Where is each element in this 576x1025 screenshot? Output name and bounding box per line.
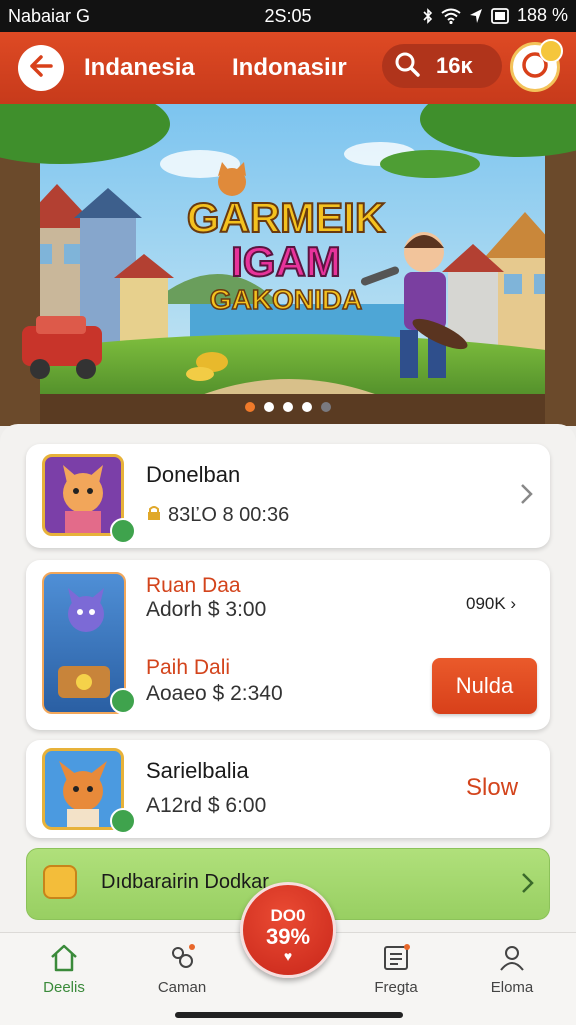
carousel-dot[interactable]: [264, 402, 274, 412]
location-icon: [469, 8, 483, 24]
tab-label: Deelis: [43, 979, 85, 996]
chevron-right-icon[interactable]: [520, 482, 534, 511]
carousel-dot[interactable]: [283, 402, 293, 412]
promo-label: Dıdbarairin Dodkar: [101, 871, 269, 893]
hero-banner[interactable]: GARMEIK IGAM GAKONIDA: [0, 104, 576, 426]
banner-title-line-1: GARMEIK: [186, 194, 386, 241]
battery-icon: [491, 7, 509, 25]
game-title: Sarielbalia: [146, 758, 249, 783]
app-header: Indanesia Indonasiır 16ĸ: [0, 32, 576, 104]
game-stats: 83ĽO 8 00:36: [146, 504, 289, 527]
game-subtitle: Aoaeo $ 2:340: [146, 682, 283, 705]
person-icon: [462, 943, 562, 973]
tab-label: Caman: [157, 979, 207, 996]
banner-title: GARMEIK IGAM GAKONIDA: [186, 194, 386, 316]
game-card[interactable]: Donelban 83ĽO 8 00:36: [26, 444, 550, 548]
header-title-secondary[interactable]: Indonasiır: [232, 54, 347, 82]
fab-line-1: DO0: [270, 906, 306, 925]
tab-deelis[interactable]: Deelis: [14, 943, 114, 996]
lock-icon: [146, 505, 162, 526]
profile-button[interactable]: [510, 39, 563, 92]
play-badge-icon: [110, 808, 136, 834]
status-bar: Nabaiar G 2S:05 188 %: [0, 0, 576, 32]
heart-icon: ♥: [283, 948, 293, 964]
gift-icon: [43, 865, 77, 899]
tab-eloma[interactable]: Eloma: [462, 943, 562, 996]
back-button[interactable]: [18, 45, 64, 91]
wifi-icon: [441, 8, 461, 24]
home-indicator: [175, 1012, 403, 1018]
chevron-right-icon[interactable]: [521, 871, 535, 900]
tab-fregta[interactable]: Fregta: [346, 943, 446, 996]
play-badge-icon: [110, 518, 136, 544]
game-title: Paih Dali: [146, 656, 231, 679]
puzzle-icon: [132, 943, 232, 973]
tab-label: Eloma: [490, 979, 534, 996]
carousel-dot[interactable]: [321, 402, 331, 412]
center-fab-button[interactable]: DO0 39% ♥: [240, 882, 336, 978]
banner-title-line-3: GAKONIDA: [209, 283, 363, 316]
notes-icon: [346, 943, 446, 973]
search-button[interactable]: 16ĸ: [382, 44, 502, 88]
bluetooth-icon: [423, 7, 433, 24]
game-subtitle: Adorh $ 3:00: [146, 598, 267, 621]
coin-badge-icon: [539, 39, 563, 63]
banner-title-line-2: IGAM: [230, 238, 342, 285]
tab-label: Fregta: [374, 979, 418, 996]
side-value[interactable]: 090K ›: [466, 594, 516, 614]
game-subtitle: A12rd $ 6:00: [146, 794, 267, 817]
search-icon: [394, 51, 420, 82]
slow-button[interactable]: Slow: [466, 774, 518, 802]
fab-line-2: 39%: [265, 924, 311, 949]
game-title: Ruan Daa: [146, 574, 241, 597]
tab-caman[interactable]: Caman: [132, 943, 232, 996]
carousel-dot[interactable]: [302, 402, 312, 412]
arrow-left-icon: [29, 54, 53, 82]
status-icons: 188 %: [423, 5, 568, 26]
home-icon: [14, 943, 114, 973]
search-count: 16ĸ: [436, 53, 473, 78]
game-card[interactable]: Sarielbalia A12rd $ 6:00 Slow: [26, 740, 550, 838]
carousel-dot[interactable]: [245, 402, 255, 412]
game-title: Donelban: [146, 462, 241, 487]
header-title-primary[interactable]: Indanesia: [84, 54, 195, 82]
battery-label: 188 %: [516, 5, 568, 25]
play-badge-icon: [110, 688, 136, 714]
game-stats-text: 83ĽO 8 00:36: [168, 504, 290, 526]
card-action-button[interactable]: Nulda: [432, 658, 537, 714]
carousel-dots: [0, 402, 576, 412]
